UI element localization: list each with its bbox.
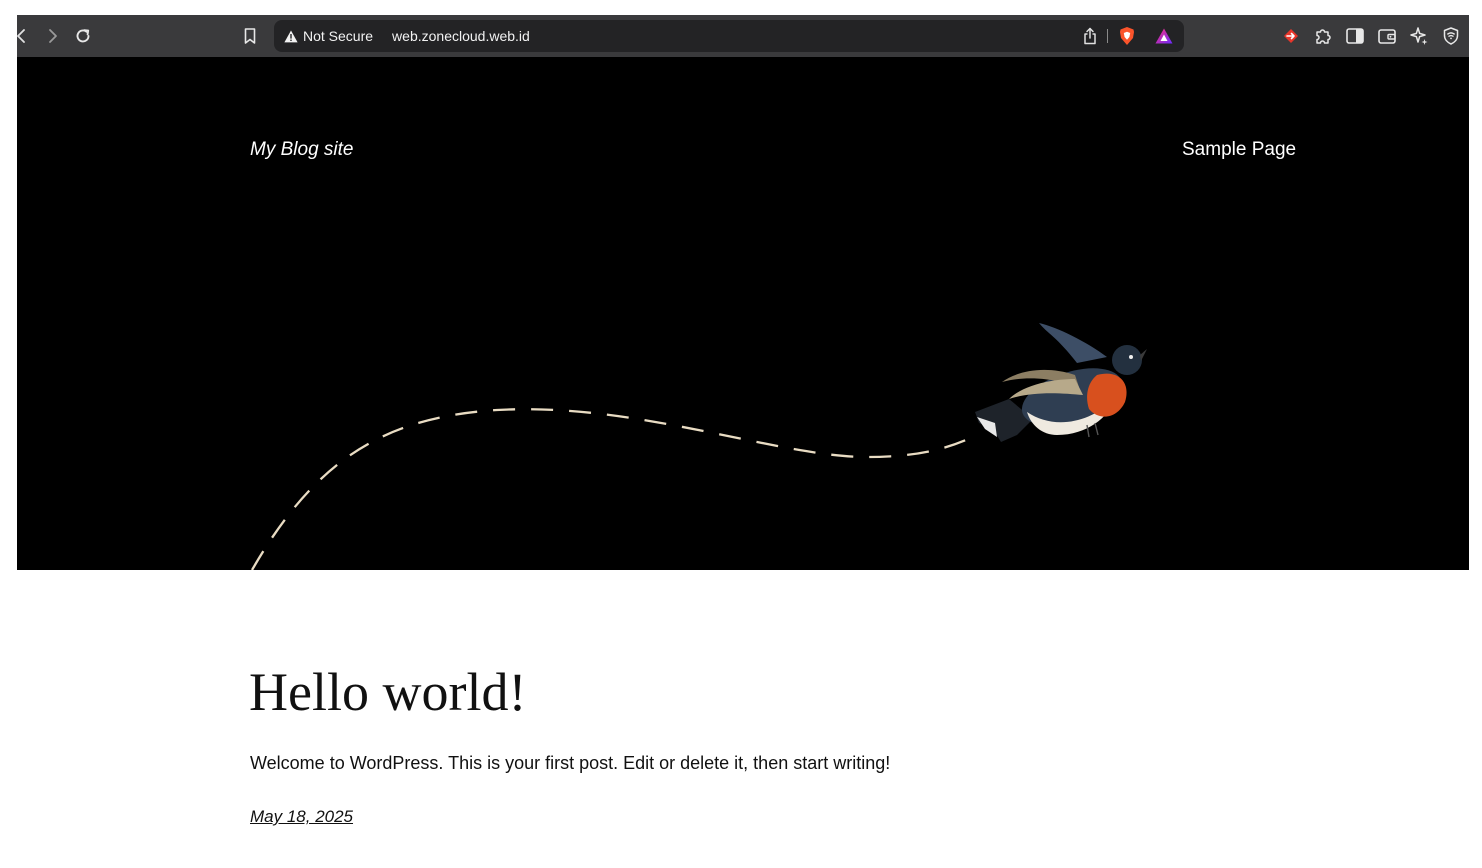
warning-icon bbox=[284, 29, 298, 43]
reload-icon[interactable] bbox=[71, 24, 95, 48]
address-divider bbox=[1107, 29, 1108, 43]
browser-window: Not Secure web.zonecloud.web.id My Blog … bbox=[17, 15, 1469, 868]
chevron-right-icon[interactable] bbox=[41, 24, 65, 48]
wallet-icon[interactable] bbox=[1375, 24, 1399, 48]
security-label: Not Secure bbox=[303, 28, 374, 44]
header-illustration bbox=[251, 323, 1147, 570]
nav-item-sample-page[interactable]: Sample Page bbox=[1182, 139, 1296, 161]
sparkle-icon[interactable] bbox=[1407, 24, 1431, 48]
brave-shield-icon[interactable] bbox=[1118, 26, 1136, 46]
post-excerpt: Welcome to WordPress. This is your first… bbox=[250, 753, 891, 773]
site-title[interactable]: My Blog site bbox=[250, 139, 353, 161]
post-date[interactable]: May 18, 2025 bbox=[250, 807, 353, 827]
dashed-flight-path bbox=[251, 408, 978, 570]
puzzle-icon[interactable] bbox=[1311, 24, 1335, 48]
share-icon[interactable] bbox=[1083, 27, 1097, 45]
red-arrow-extension-icon[interactable] bbox=[1279, 24, 1303, 48]
vpn-shield-icon[interactable] bbox=[1439, 24, 1463, 48]
brave-rewards-icon[interactable] bbox=[1154, 27, 1174, 45]
site-header: My Blog site Sample Page bbox=[17, 57, 1469, 570]
bird-illustration bbox=[975, 323, 1147, 442]
address-bar[interactable]: Not Secure web.zonecloud.web.id bbox=[274, 20, 1184, 52]
chevron-left-icon[interactable] bbox=[17, 24, 33, 48]
sidebar-icon[interactable] bbox=[1343, 24, 1367, 48]
post-title[interactable]: Hello world! bbox=[249, 662, 526, 722]
bookmark-icon[interactable] bbox=[238, 24, 262, 48]
browser-toolbar: Not Secure web.zonecloud.web.id bbox=[17, 15, 1469, 57]
url-text: web.zonecloud.web.id bbox=[392, 28, 530, 44]
